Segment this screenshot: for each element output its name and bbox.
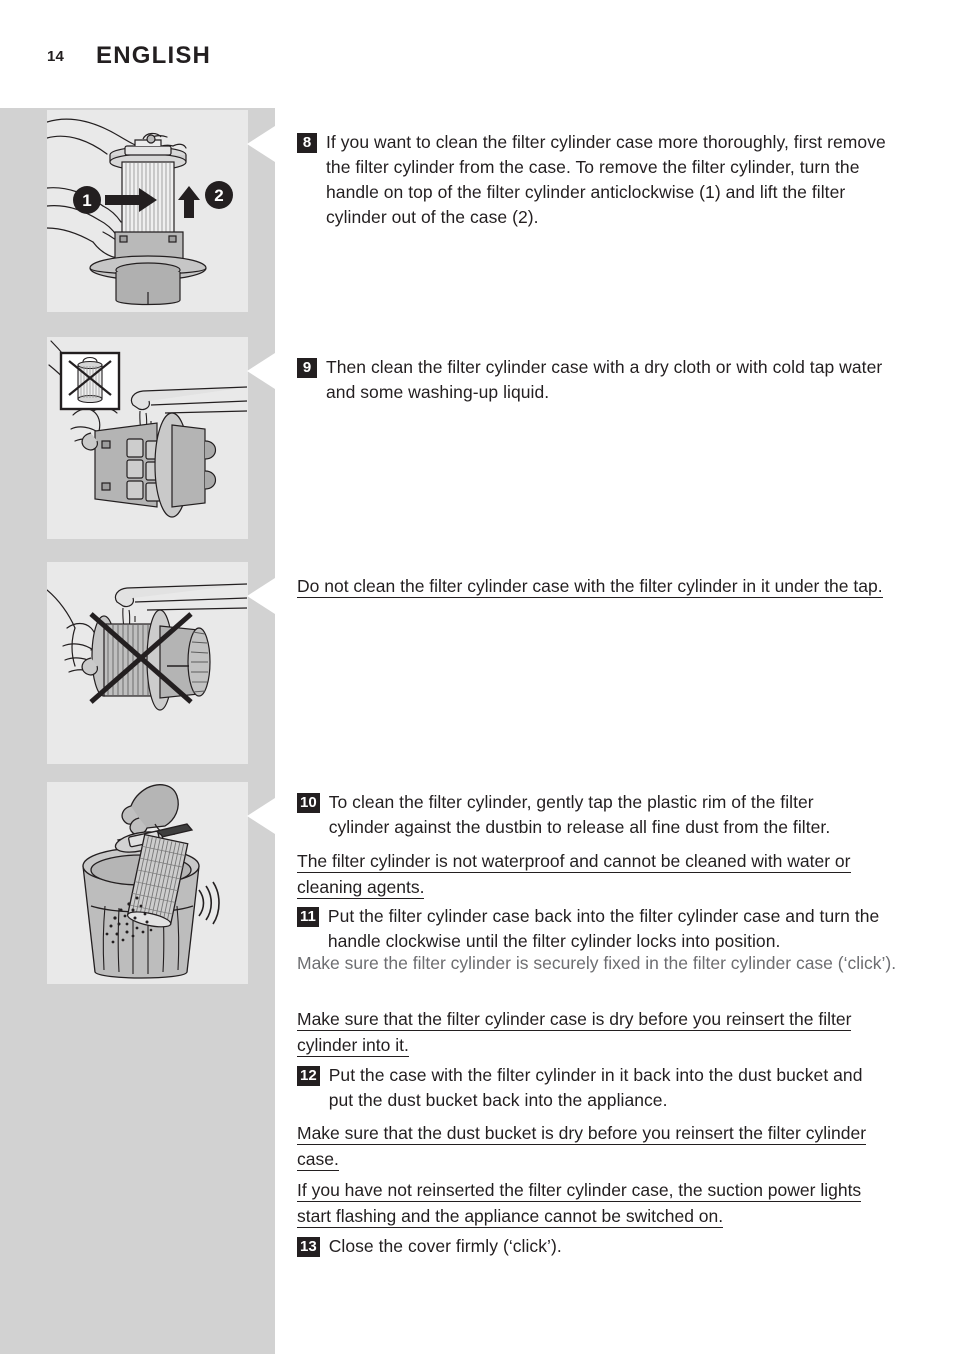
step-11-text: Put the filter cylinder case back into t… — [327, 906, 880, 951]
note-suction-lights-text: If you have not reinserted the filter cy… — [297, 1180, 862, 1228]
note-bucket-dry: Make sure that the dust bucket is dry be… — [297, 1120, 897, 1172]
figure-remove-filter-cylinder: 1 2 — [47, 110, 248, 312]
note-case-dry: Make sure that the filter cylinder case … — [297, 1006, 897, 1058]
note-suction-lights: If you have not reinserted the filter cy… — [297, 1177, 897, 1229]
note-not-waterproof: The filter cylinder is not waterproof an… — [297, 848, 897, 900]
figure-remove-filter-cylinder-art: 1 2 — [47, 110, 248, 312]
step-13-badge: 13 — [297, 1237, 320, 1257]
step-10-badge: 10 — [297, 793, 320, 813]
note-do-not-clean-under-tap: Do not clean the filter cylinder case wi… — [297, 573, 897, 599]
figure-notch-3 — [247, 578, 275, 614]
figure-tap-cylinder-dustbin — [47, 782, 248, 984]
page-title: ENGLISH — [96, 42, 212, 69]
step-10-text: To clean the filter cylinder, gently tap… — [328, 792, 831, 837]
note-securely-fixed: Make sure the filter cylinder is securel… — [297, 951, 897, 976]
step-9-text: Then clean the filter cylinder case with… — [326, 357, 883, 402]
figure-do-not-clean-assembly — [47, 562, 248, 764]
note-do-not-clean-under-tap-text: Do not clean the filter cylinder case wi… — [297, 576, 883, 598]
step-8: 8 If you want to clean the filter cylind… — [297, 130, 901, 230]
step-11: 11 Put the filter cylinder case back int… — [297, 904, 901, 954]
figure-notch-2 — [247, 353, 275, 389]
step-12: 12 Put the case with the filter cylinder… — [297, 1063, 887, 1113]
figure-tap-cylinder-dustbin-art — [47, 782, 248, 984]
page-number: 14 — [47, 48, 65, 65]
step-12-text: Put the case with the filter cylinder in… — [328, 1065, 863, 1110]
step-10: 10 To clean the filter cylinder, gently … — [297, 790, 877, 840]
step-8-badge: 8 — [297, 133, 317, 153]
step-9-badge: 9 — [297, 358, 317, 378]
step-13: 13 Close the cover firmly (‘click’). — [297, 1234, 877, 1259]
step-13-text: Close the cover firmly (‘click’). — [328, 1236, 562, 1256]
figure-do-not-clean-assembly-art — [47, 562, 248, 764]
step-9: 9 Then clean the filter cylinder case wi… — [297, 355, 901, 405]
page-header: 14 ENGLISH — [0, 0, 954, 108]
svg-text:1: 1 — [82, 191, 91, 210]
step-8-text: If you want to clean the filter cylinder… — [326, 132, 886, 227]
figure-notch-1 — [247, 126, 275, 162]
figure-clean-case-under-tap-art — [47, 337, 248, 539]
note-not-waterproof-text: The filter cylinder is not waterproof an… — [297, 851, 851, 899]
note-bucket-dry-text: Make sure that the dust bucket is dry be… — [297, 1123, 867, 1171]
figure-notch-4 — [247, 798, 275, 834]
step-11-badge: 11 — [297, 907, 319, 927]
svg-text:2: 2 — [214, 186, 223, 205]
note-case-dry-text: Make sure that the filter cylinder case … — [297, 1009, 852, 1057]
figure-clean-case-under-tap — [47, 337, 248, 539]
note-securely-fixed-text: Make sure the filter cylinder is securel… — [297, 953, 897, 973]
step-12-badge: 12 — [297, 1066, 320, 1086]
